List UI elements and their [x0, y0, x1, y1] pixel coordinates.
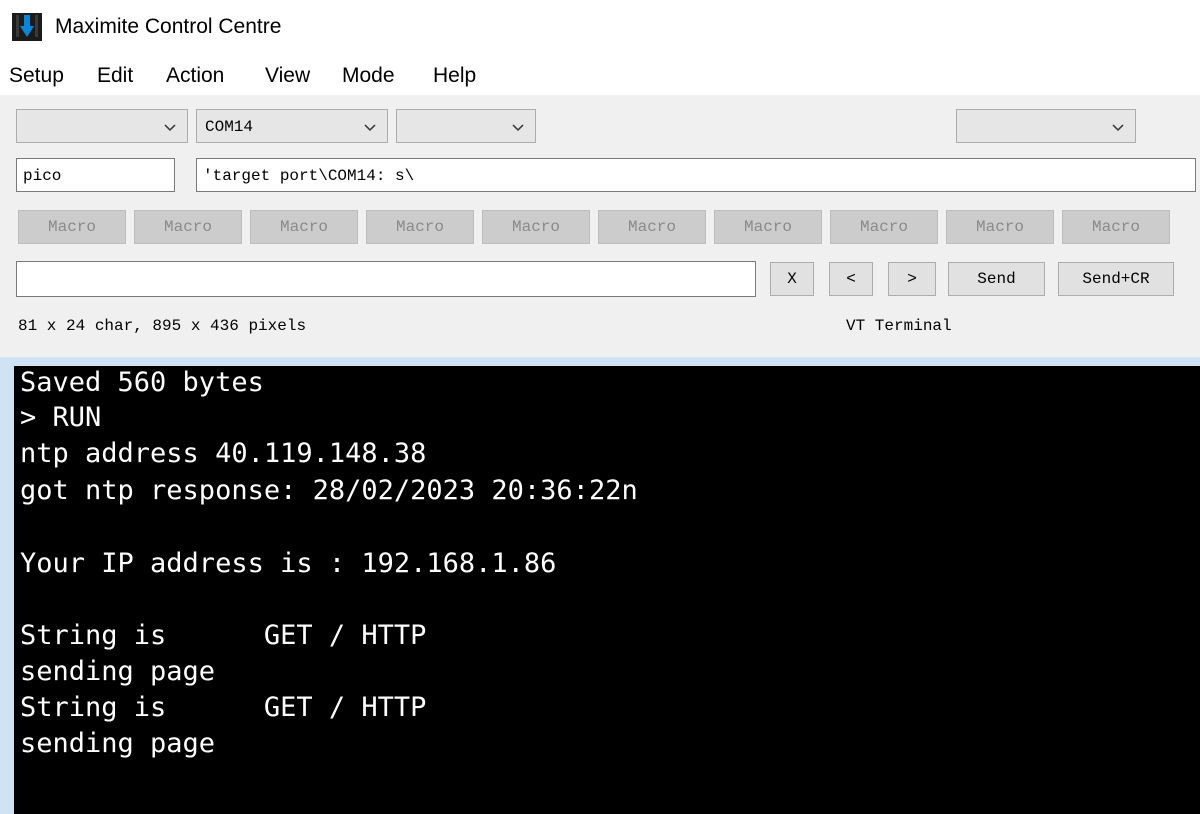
- chevron-down-icon: [512, 124, 524, 132]
- combo-4[interactable]: [956, 109, 1136, 143]
- toolbar: COM14 pico 'target port\COM14: s\ Macro …: [0, 95, 1200, 357]
- target-port-value: 'target port\COM14: s\: [203, 167, 415, 185]
- next-command-button[interactable]: >: [888, 262, 936, 296]
- menu-help[interactable]: Help: [433, 63, 476, 89]
- macro-button-10[interactable]: Macro: [1062, 210, 1170, 244]
- menu-action[interactable]: Action: [166, 63, 224, 89]
- terminal-mode-status: VT Terminal: [846, 317, 952, 335]
- chevron-down-icon: [1112, 124, 1124, 132]
- title-bar: Maximite Control Centre: [0, 0, 1200, 55]
- macro-button-5[interactable]: Macro: [482, 210, 590, 244]
- terminal-line: String is GET / HTTP: [20, 620, 427, 651]
- device-name-value: pico: [23, 167, 62, 185]
- command-input[interactable]: [16, 261, 756, 297]
- menu-mode[interactable]: Mode: [342, 63, 395, 89]
- combo-3[interactable]: [396, 109, 536, 143]
- macro-button-2[interactable]: Macro: [134, 210, 242, 244]
- terminal-line: ntp address 40.119.148.38: [20, 438, 427, 469]
- combo-1[interactable]: [16, 109, 188, 143]
- send-cr-button[interactable]: Send+CR: [1058, 262, 1174, 296]
- terminal-size-status: 81 x 24 char, 895 x 436 pixels: [18, 317, 307, 335]
- terminal-line: Your IP address is : 192.168.1.86: [20, 548, 557, 579]
- terminal-line: got ntp response: 28/02/2023 20:36:22n: [20, 475, 638, 506]
- menu-view[interactable]: View: [265, 63, 310, 89]
- macro-button-4[interactable]: Macro: [366, 210, 474, 244]
- device-name-field[interactable]: pico: [16, 158, 175, 192]
- port-select-value: COM14: [205, 118, 254, 136]
- target-port-field[interactable]: 'target port\COM14: s\: [196, 158, 1196, 192]
- chevron-down-icon: [364, 124, 376, 132]
- port-select[interactable]: COM14: [196, 109, 388, 143]
- menu-bar: Setup Edit Action View Mode Help: [0, 55, 1200, 95]
- macro-button-1[interactable]: Macro: [18, 210, 126, 244]
- terminal-line: sending page: [20, 728, 216, 759]
- macro-button-8[interactable]: Macro: [830, 210, 938, 244]
- app-icon: [12, 13, 42, 41]
- menu-edit[interactable]: Edit: [97, 63, 133, 89]
- previous-command-button[interactable]: <: [829, 262, 873, 296]
- terminal-line: > RUN: [20, 402, 102, 433]
- clear-button[interactable]: X: [770, 262, 814, 296]
- window-title: Maximite Control Centre: [55, 15, 282, 38]
- macro-button-7[interactable]: Macro: [714, 210, 822, 244]
- terminal-output[interactable]: Saved 560 bytes > RUN ntp address 40.119…: [14, 366, 1200, 814]
- macro-button-3[interactable]: Macro: [250, 210, 358, 244]
- terminal-line: sending page: [20, 656, 216, 687]
- menu-setup[interactable]: Setup: [9, 63, 64, 89]
- send-button[interactable]: Send: [948, 262, 1045, 296]
- terminal-line: Saved 560 bytes: [20, 367, 264, 398]
- terminal-line: String is GET / HTTP: [20, 692, 427, 723]
- macro-button-6[interactable]: Macro: [598, 210, 706, 244]
- macro-button-9[interactable]: Macro: [946, 210, 1054, 244]
- chevron-down-icon: [164, 124, 176, 132]
